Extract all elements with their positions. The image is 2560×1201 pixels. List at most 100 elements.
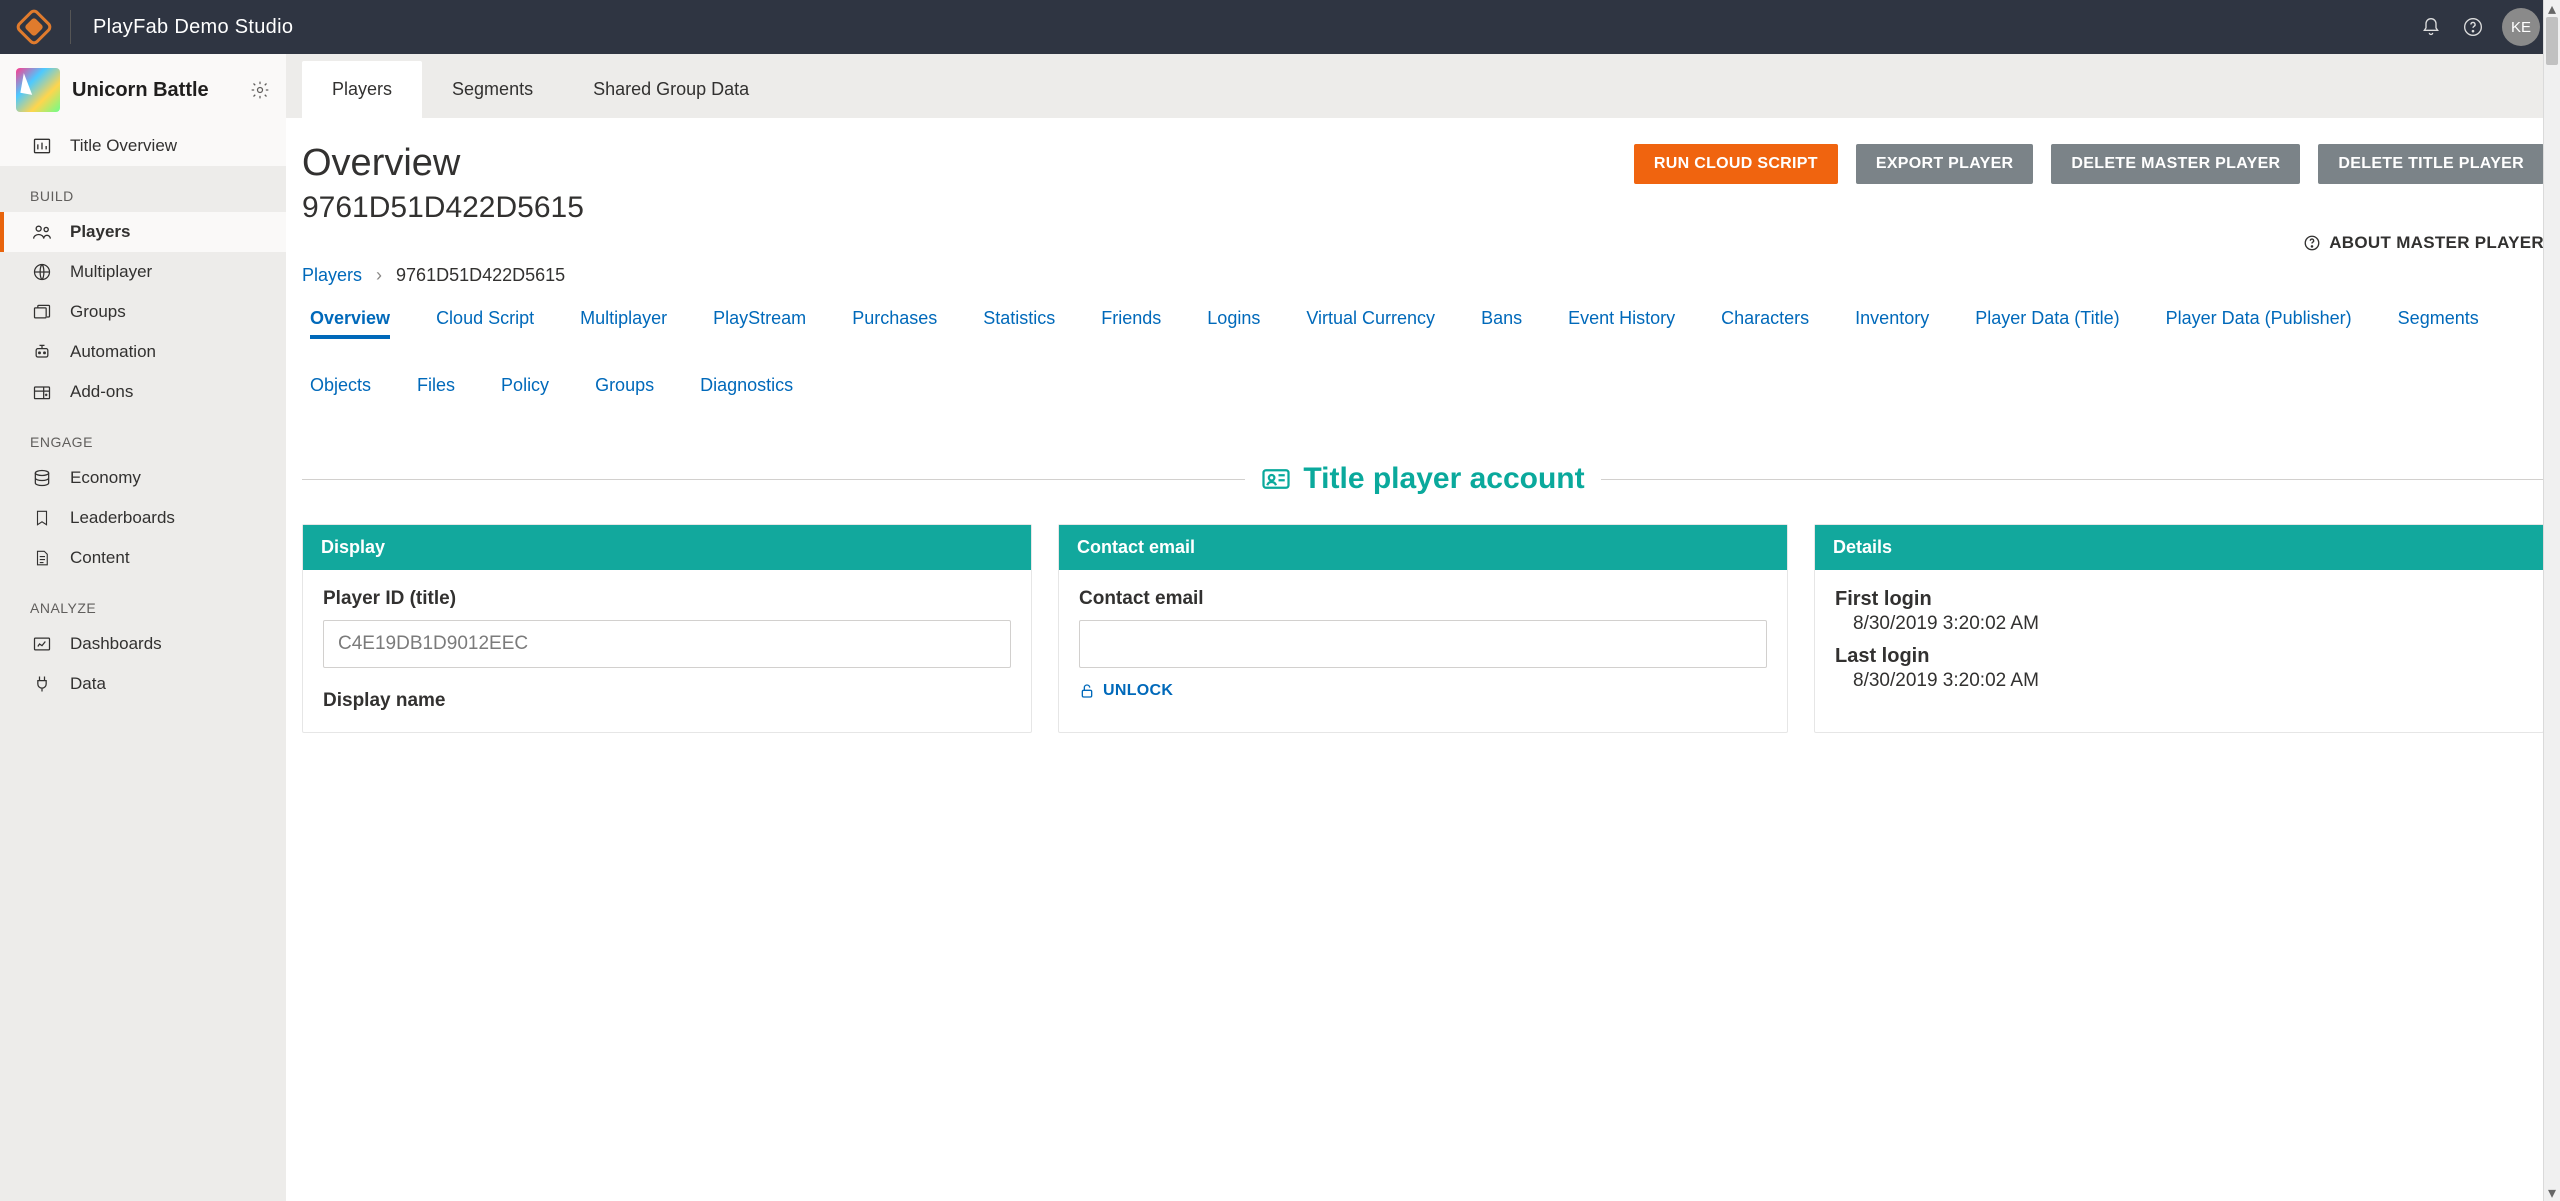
card-display-header: Display: [303, 525, 1031, 570]
subtab-virtual-currency[interactable]: Virtual Currency: [1306, 308, 1435, 339]
chevron-right-icon: ›: [376, 265, 382, 286]
scroll-thumb[interactable]: [2546, 17, 2558, 65]
sidebar-item-content[interactable]: Content: [0, 538, 286, 578]
card-details: Details First login 8/30/2019 3:20:02 AM…: [1814, 524, 2544, 733]
page-title: Overview: [302, 142, 460, 185]
first-login-label: First login: [1835, 588, 2523, 611]
master-player-id: 9761D51D422D5615: [302, 191, 2544, 225]
subtab-cloud-script[interactable]: Cloud Script: [436, 308, 534, 339]
help-icon[interactable]: [2452, 6, 2494, 48]
export-player-button[interactable]: EXPORT PLAYER: [1856, 144, 2034, 184]
robot-icon: [30, 342, 54, 362]
sidebar-item-label: Groups: [70, 302, 126, 322]
about-master-player-link[interactable]: ABOUT MASTER PLAYER: [2303, 233, 2544, 253]
subtab-player-data-title[interactable]: Player Data (Title): [1975, 308, 2119, 339]
subtab-event-history[interactable]: Event History: [1568, 308, 1675, 339]
contact-email-input[interactable]: [1079, 620, 1767, 668]
playfab-logo-icon[interactable]: [14, 7, 54, 47]
sidebar-item-players[interactable]: Players: [0, 212, 286, 252]
page-body: Overview RUN CLOUD SCRIPT EXPORT PLAYER …: [286, 118, 2560, 1201]
window-scrollbar[interactable]: ▴ ▾: [2543, 0, 2560, 1201]
sidebar-item-label: Content: [70, 548, 130, 568]
sidebar-item-label: Players: [70, 222, 131, 242]
subtab-friends[interactable]: Friends: [1101, 308, 1161, 339]
sidebar-item-label: Dashboards: [70, 634, 162, 654]
plug-icon: [30, 674, 54, 694]
subtab-purchases[interactable]: Purchases: [852, 308, 937, 339]
sidebar-item-dashboards[interactable]: Dashboards: [0, 624, 286, 664]
subtab-bans[interactable]: Bans: [1481, 308, 1522, 339]
unlock-label: UNLOCK: [1103, 682, 1173, 700]
subtab-groups[interactable]: Groups: [595, 375, 654, 402]
document-icon: [30, 548, 54, 568]
delete-master-player-button[interactable]: DELETE MASTER PLAYER: [2051, 144, 2300, 184]
subtab-diagnostics[interactable]: Diagnostics: [700, 375, 793, 402]
scroll-up-arrow-icon[interactable]: ▴: [2544, 0, 2560, 17]
sidebar-item-groups[interactable]: Groups: [0, 292, 286, 332]
sidebar-item-multiplayer[interactable]: Multiplayer: [0, 252, 286, 292]
stack-icon: [30, 302, 54, 322]
sidebar-item-economy[interactable]: Economy: [0, 458, 286, 498]
addon-icon: [30, 382, 54, 402]
subtab-files[interactable]: Files: [417, 375, 455, 402]
coins-icon: [30, 468, 54, 488]
sidebar-item-title-overview[interactable]: Title Overview: [0, 126, 286, 166]
unlock-button[interactable]: UNLOCK: [1079, 682, 1767, 700]
scroll-down-arrow-icon[interactable]: ▾: [2544, 1184, 2560, 1201]
sidebar-item-automation[interactable]: Automation: [0, 332, 286, 372]
sidebar-section-build: BUILD: [0, 166, 286, 212]
sidebar-item-addons[interactable]: Add-ons: [0, 372, 286, 412]
tab-shared-group-data[interactable]: Shared Group Data: [563, 61, 779, 118]
sidebar-header: Unicorn Battle: [0, 54, 286, 126]
subtab-playstream[interactable]: PlayStream: [713, 308, 806, 339]
subtab-characters[interactable]: Characters: [1721, 308, 1809, 339]
sidebar-item-label: Data: [70, 674, 106, 694]
breadcrumb-root[interactable]: Players: [302, 265, 362, 286]
dashboard-icon: [30, 634, 54, 654]
card-details-header: Details: [1815, 525, 2543, 570]
display-name-label: Display name: [323, 690, 1011, 712]
lock-open-icon: [1079, 683, 1095, 699]
player-subtabs: Overview Cloud Script Multiplayer PlaySt…: [302, 308, 2544, 414]
subtab-inventory[interactable]: Inventory: [1855, 308, 1929, 339]
top-tabs: Players Segments Shared Group Data: [286, 54, 2560, 118]
subtab-multiplayer[interactable]: Multiplayer: [580, 308, 667, 339]
sidebar-item-label: Economy: [70, 468, 141, 488]
tab-segments[interactable]: Segments: [422, 61, 563, 118]
content-area: Players Segments Shared Group Data Overv…: [286, 54, 2560, 1201]
game-icon[interactable]: [16, 68, 60, 112]
subtab-player-data-publisher[interactable]: Player Data (Publisher): [2166, 308, 2352, 339]
subtab-statistics[interactable]: Statistics: [983, 308, 1055, 339]
bell-icon[interactable]: [2410, 6, 2452, 48]
last-login-label: Last login: [1835, 645, 2523, 668]
subtab-objects[interactable]: Objects: [310, 375, 371, 402]
top-bar: PlayFab Demo Studio KE: [0, 0, 2560, 54]
tab-players[interactable]: Players: [302, 61, 422, 118]
subtab-segments[interactable]: Segments: [2398, 308, 2479, 339]
game-title[interactable]: Unicorn Battle: [72, 79, 250, 102]
card-contact-header: Contact email: [1059, 525, 1787, 570]
divider: [70, 10, 71, 44]
subtab-policy[interactable]: Policy: [501, 375, 549, 402]
subtab-logins[interactable]: Logins: [1207, 308, 1260, 339]
sidebar-item-label: Add-ons: [70, 382, 133, 402]
section-title-player-account: Title player account: [302, 462, 2544, 496]
player-id-title-input[interactable]: [323, 620, 1011, 668]
globe-icon: [30, 262, 54, 282]
about-master-player-label: ABOUT MASTER PLAYER: [2329, 233, 2544, 253]
help-circle-icon: [2303, 234, 2321, 252]
id-card-icon: [1261, 464, 1291, 494]
user-avatar[interactable]: KE: [2502, 8, 2540, 46]
sidebar-item-leaderboards[interactable]: Leaderboards: [0, 498, 286, 538]
breadcrumb-current: 9761D51D422D5615: [396, 265, 565, 286]
sidebar-item-label: Automation: [70, 342, 156, 362]
run-cloud-script-button[interactable]: RUN CLOUD SCRIPT: [1634, 144, 1838, 184]
studio-name[interactable]: PlayFab Demo Studio: [93, 16, 293, 39]
sidebar-item-label: Title Overview: [70, 136, 177, 156]
delete-title-player-button[interactable]: DELETE TITLE PLAYER: [2318, 144, 2544, 184]
first-login-value: 8/30/2019 3:20:02 AM: [1835, 613, 2523, 635]
sidebar-item-label: Leaderboards: [70, 508, 175, 528]
gear-icon[interactable]: [250, 80, 270, 100]
subtab-overview[interactable]: Overview: [310, 308, 390, 339]
sidebar-item-data[interactable]: Data: [0, 664, 286, 704]
